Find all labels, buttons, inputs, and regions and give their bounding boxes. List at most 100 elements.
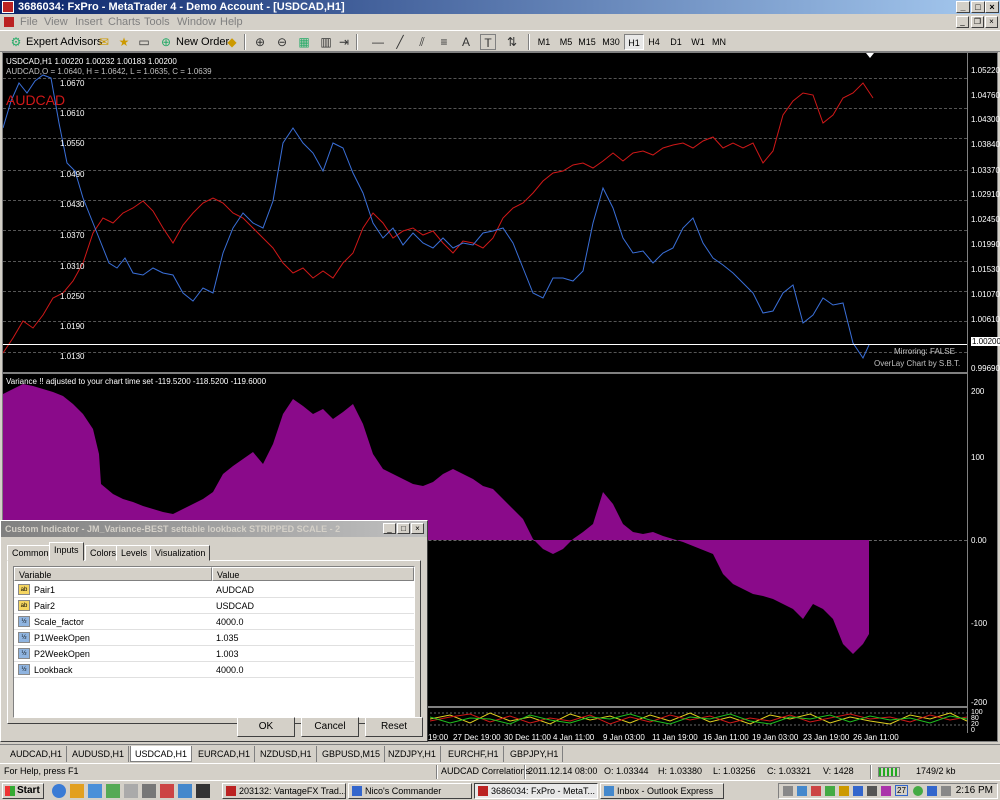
menu-file[interactable]: File bbox=[20, 16, 38, 28]
tray-icon[interactable] bbox=[853, 786, 863, 796]
folder-quicklaunch-icon[interactable] bbox=[70, 784, 84, 798]
chart-shift-icon[interactable]: ▥ bbox=[318, 34, 334, 50]
task-outlook-express[interactable]: Inbox - Outlook Express bbox=[600, 783, 724, 799]
table-row[interactable]: ½ P2WeekOpen 1.003 bbox=[14, 646, 414, 662]
column-header-value[interactable]: Value bbox=[212, 567, 414, 581]
maximize-button[interactable]: □ bbox=[971, 1, 985, 13]
arrows-dropdown-icon[interactable]: ⇅ bbox=[504, 34, 520, 50]
timeframe-d1[interactable]: D1 bbox=[666, 34, 686, 50]
app-quicklaunch-icon[interactable] bbox=[160, 784, 174, 798]
tab-visualization[interactable]: Visualization bbox=[150, 545, 211, 561]
app-quicklaunch-icon[interactable] bbox=[142, 784, 156, 798]
chart-tab-eurchf-h1[interactable]: EURCHF,H1 bbox=[444, 746, 504, 762]
menu-insert[interactable]: Insert bbox=[75, 16, 103, 28]
variable-value[interactable]: 1.003 bbox=[216, 646, 239, 662]
chart-tab-gbpusd-m15[interactable]: GBPUSD,M15 bbox=[318, 746, 386, 762]
equidistant-channel-icon[interactable]: ⫽ bbox=[414, 34, 430, 50]
tray-icon[interactable] bbox=[913, 786, 923, 796]
column-header-variable[interactable]: Variable bbox=[14, 567, 212, 581]
signals-icon[interactable]: ✉ bbox=[96, 34, 112, 50]
chart-tab-audcad-h1[interactable]: AUDCAD,H1 bbox=[6, 746, 68, 762]
timeframe-h1[interactable]: H1 bbox=[624, 34, 644, 50]
tab-inputs[interactable]: Inputs bbox=[49, 542, 84, 561]
timeframe-m1[interactable]: M1 bbox=[534, 34, 554, 50]
desktop-quicklaunch-icon[interactable] bbox=[106, 784, 120, 798]
minimize-button[interactable]: _ bbox=[956, 1, 970, 13]
timeframe-mn[interactable]: MN bbox=[708, 34, 730, 50]
timeframe-m15[interactable]: M15 bbox=[576, 34, 598, 50]
new-order-button[interactable]: New Order bbox=[176, 33, 229, 51]
table-row[interactable]: ab Pair1 AUDCAD bbox=[14, 582, 414, 598]
alert-icon[interactable]: ◆ bbox=[224, 34, 240, 50]
chart-shift-marker-icon[interactable] bbox=[866, 53, 874, 58]
text-label-tool[interactable]: T bbox=[480, 34, 496, 50]
variable-value[interactable]: 1.035 bbox=[216, 630, 239, 646]
menu-window[interactable]: Window bbox=[177, 16, 216, 28]
dialog-close-button[interactable]: × bbox=[411, 523, 424, 534]
task-fxpro[interactable]: 3686034: FxPro - MetaT... bbox=[474, 783, 598, 799]
timeframe-w1[interactable]: W1 bbox=[688, 34, 708, 50]
mdi-minimize-button[interactable]: _ bbox=[956, 16, 969, 28]
variable-value[interactable]: USDCAD bbox=[216, 598, 254, 614]
timeframe-h4[interactable]: H4 bbox=[644, 34, 664, 50]
timeframe-m30[interactable]: M30 bbox=[600, 34, 622, 50]
zoom-out-icon[interactable]: ⊖ bbox=[274, 34, 290, 50]
chart-tab-nzdusd-h1[interactable]: NZDUSD,H1 bbox=[256, 746, 317, 762]
menu-charts[interactable]: Charts bbox=[108, 16, 140, 28]
expert-advisors-button[interactable]: Expert Advisors bbox=[26, 33, 102, 51]
chart-tab-eurcad-h1[interactable]: EURCAD,H1 bbox=[194, 746, 256, 762]
tray-icon[interactable] bbox=[783, 786, 793, 796]
text-tool[interactable]: A bbox=[458, 34, 474, 50]
task-nicos-commander[interactable]: Nico's Commander bbox=[348, 783, 472, 799]
menu-view[interactable]: View bbox=[44, 16, 68, 28]
dialog-maximize-button[interactable]: □ bbox=[397, 523, 410, 534]
horizontal-line-icon[interactable]: — bbox=[370, 34, 386, 50]
ok-button[interactable]: OK bbox=[237, 717, 295, 737]
fibonacci-icon[interactable]: ≡ bbox=[436, 34, 452, 50]
app-quicklaunch-icon[interactable] bbox=[124, 784, 138, 798]
calendar-icon[interactable]: 27 bbox=[895, 785, 908, 796]
app-quicklaunch-icon[interactable] bbox=[178, 784, 192, 798]
variable-value[interactable]: 4000.0 bbox=[216, 662, 244, 678]
close-button[interactable]: × bbox=[985, 1, 999, 13]
tray-icon[interactable] bbox=[881, 786, 891, 796]
cancel-button[interactable]: Cancel bbox=[301, 717, 359, 737]
table-row[interactable]: ½ Lookback 4000.0 bbox=[14, 662, 414, 678]
menu-help[interactable]: Help bbox=[220, 16, 243, 28]
trendline-icon[interactable]: ╱ bbox=[392, 34, 408, 50]
tray-icon[interactable] bbox=[825, 786, 835, 796]
tray-icon[interactable] bbox=[839, 786, 849, 796]
tile-windows-icon[interactable]: ▦ bbox=[296, 34, 312, 50]
chart-tab-audusd-h1[interactable]: AUDUSD,H1 bbox=[68, 746, 130, 762]
table-row[interactable]: ½ P1WeekOpen 1.035 bbox=[14, 630, 414, 646]
chart-tab-gbpjpy-h1[interactable]: GBPJPY,H1 bbox=[506, 746, 564, 762]
tray-icon[interactable] bbox=[927, 786, 937, 796]
favorites-icon[interactable]: ★ bbox=[116, 34, 132, 50]
mdi-close-button[interactable]: × bbox=[985, 16, 998, 28]
profile-name[interactable]: AUDCAD Correlations bbox=[441, 766, 530, 776]
variable-value[interactable]: 4000.0 bbox=[216, 614, 244, 630]
browser-quicklaunch-icon[interactable] bbox=[52, 784, 66, 798]
volume-icon[interactable] bbox=[941, 786, 951, 796]
tray-icon[interactable] bbox=[811, 786, 821, 796]
mail-quicklaunch-icon[interactable] bbox=[88, 784, 102, 798]
dialog-minimize-button[interactable]: _ bbox=[383, 523, 396, 534]
tray-icon[interactable] bbox=[797, 786, 807, 796]
tab-common[interactable]: Common bbox=[7, 545, 54, 561]
reset-button[interactable]: Reset bbox=[365, 717, 423, 737]
chart-tab-nzdjpy-h1[interactable]: NZDJPY,H1 bbox=[384, 746, 441, 762]
connection-bars-icon[interactable] bbox=[878, 767, 900, 777]
tab-levels[interactable]: Levels bbox=[116, 545, 153, 561]
start-button[interactable]: Start bbox=[2, 783, 44, 799]
window-icon[interactable]: ▭ bbox=[136, 34, 152, 50]
zoom-in-icon[interactable]: ⊕ bbox=[252, 34, 268, 50]
chart-tab-usdcad-h1[interactable]: USDCAD,H1 bbox=[130, 746, 193, 762]
tray-icon[interactable] bbox=[867, 786, 877, 796]
task-vantagefx[interactable]: 203132: VantageFX Trad... bbox=[222, 783, 346, 799]
table-row[interactable]: ab Pair2 USDCAD bbox=[14, 598, 414, 614]
mdi-restore-button[interactable]: ❐ bbox=[971, 16, 984, 28]
variable-value[interactable]: AUDCAD bbox=[216, 582, 254, 598]
table-row[interactable]: ½ Scale_factor 4000.0 bbox=[14, 614, 414, 630]
app-quicklaunch-icon[interactable] bbox=[196, 784, 210, 798]
timeframe-m5[interactable]: M5 bbox=[556, 34, 576, 50]
